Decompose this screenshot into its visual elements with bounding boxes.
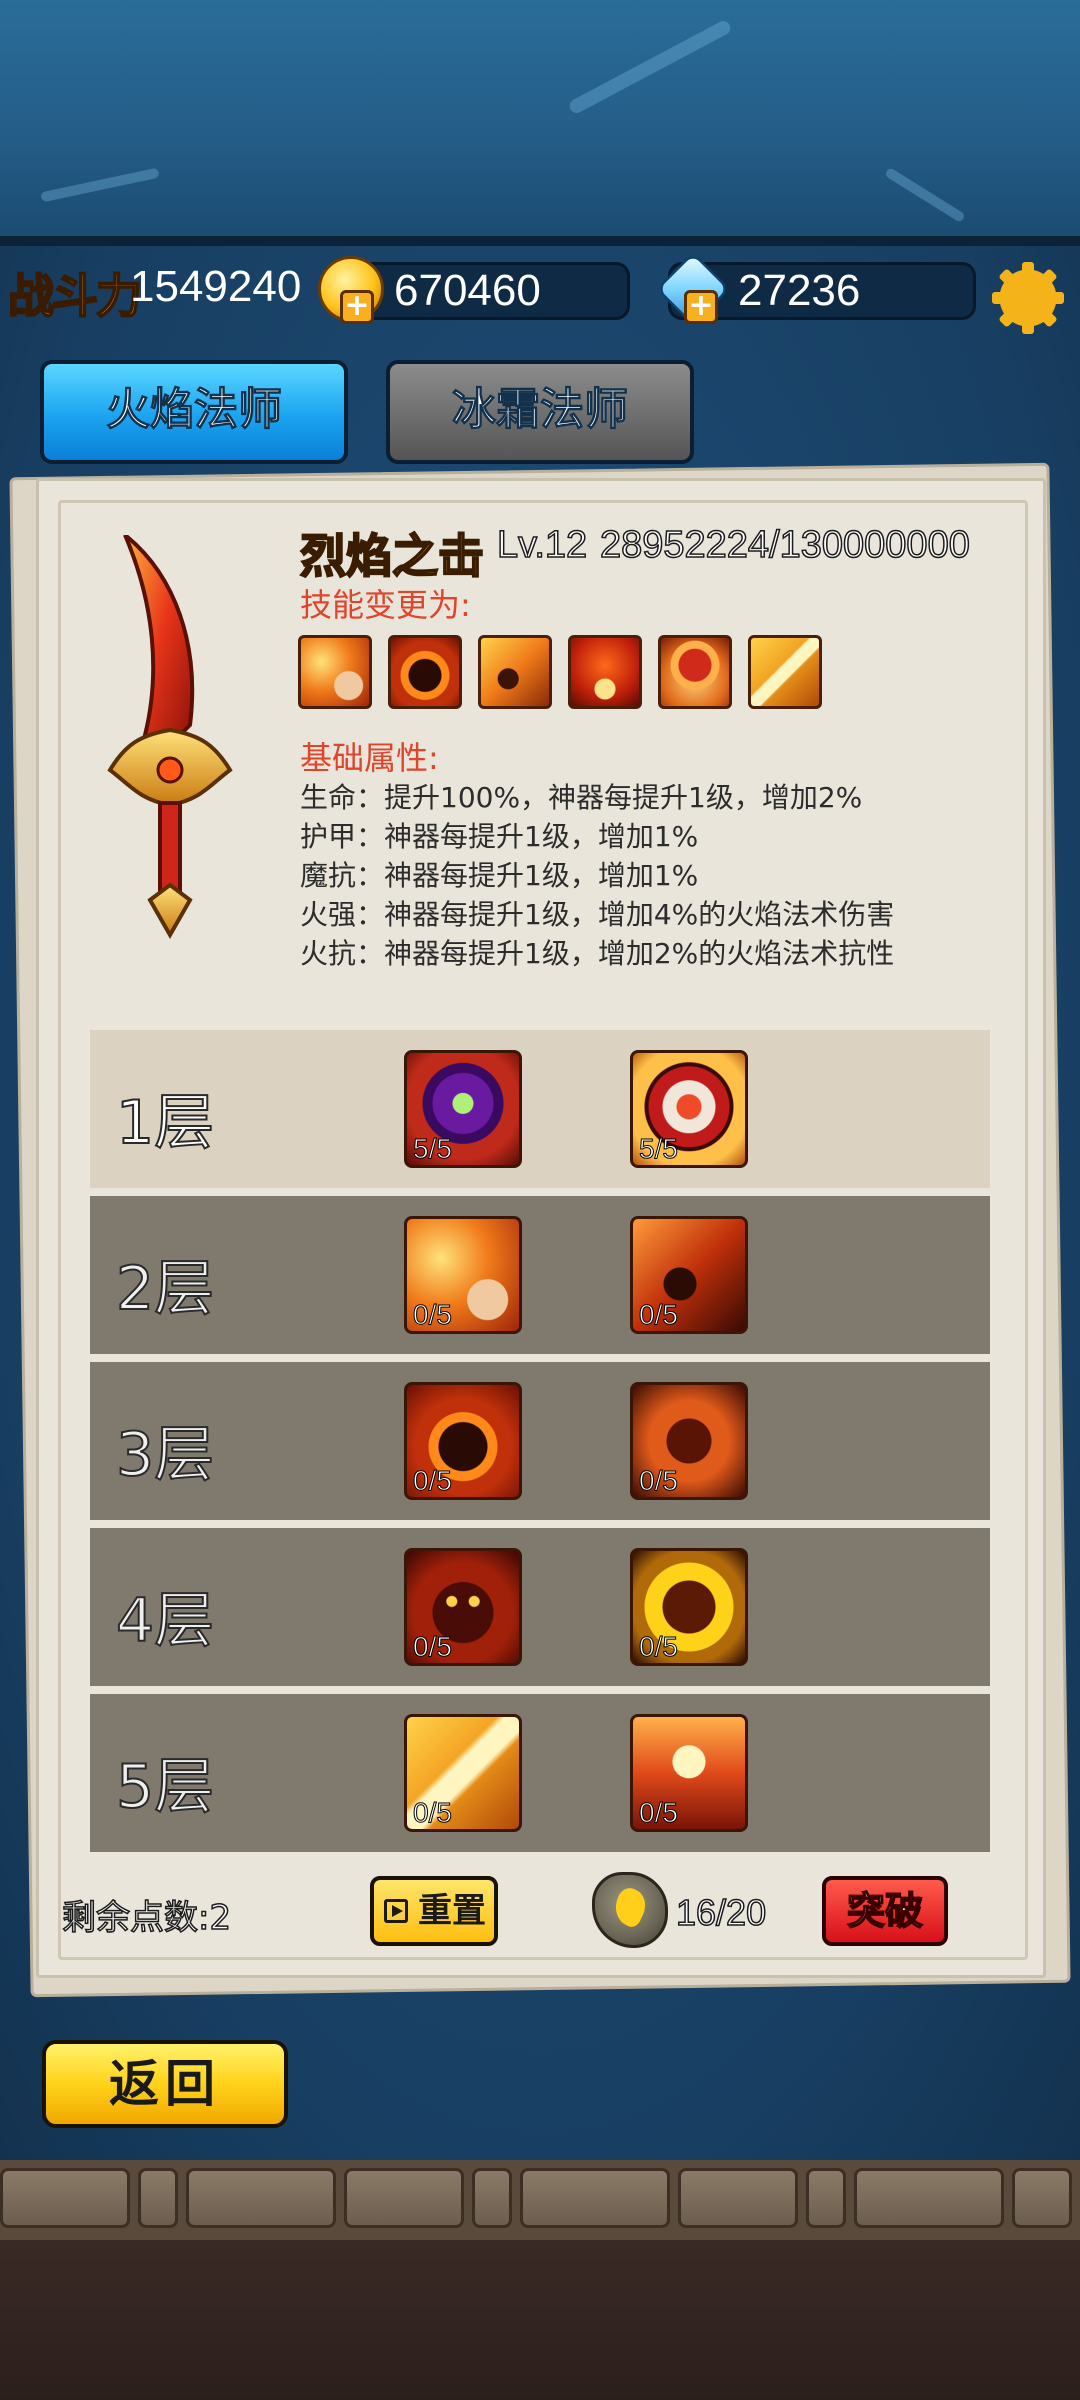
video-ad-icon (384, 1899, 408, 1923)
remaining-points: 剩余点数:2 (61, 1897, 232, 1939)
artifact-name: 烈焰之击 (299, 528, 485, 584)
tier-skill-count: 5/5 (413, 1133, 453, 1165)
purple-gem-ring-icon[interactable]: 5/5 (404, 1050, 522, 1168)
attribute-fire-resist: 火抗：神器每提升1级，增加2%的火焰法术抗性 (300, 937, 895, 970)
artifact-level: Lv.12 (496, 523, 588, 567)
tier-label: 3层 (115, 1419, 215, 1491)
tab-fire-mage[interactable]: 火焰法师 (40, 360, 348, 464)
fire-slash-icon[interactable]: 0/5 (404, 1714, 522, 1832)
tier-label: 1层 (115, 1087, 215, 1159)
tier-1-row: 1层 5/5 5/5 (90, 1030, 990, 1188)
fire-skull-icon[interactable]: 0/5 (630, 1548, 748, 1666)
tier-5-row: 5层 0/5 0/5 (90, 1694, 990, 1852)
tier-skill-count: 0/5 (639, 1797, 679, 1829)
breakthrough-button[interactable]: 突破 (822, 1876, 948, 1946)
tier-2-row: 2层 0/5 0/5 (90, 1196, 990, 1354)
combat-power-value: 1549240 (130, 262, 302, 311)
top-hud: 战斗力 1549240 + 670460 + 27236 (0, 250, 1080, 330)
fire-orb-icon[interactable] (388, 635, 462, 709)
fire-golem-icon[interactable]: 0/5 (630, 1382, 748, 1500)
tier-skill-count: 0/5 (413, 1797, 453, 1829)
fire-explosion-icon[interactable] (658, 635, 732, 709)
tab-frost-mage[interactable]: 冰霜法师 (386, 360, 694, 464)
add-gold-button[interactable]: + (340, 290, 374, 324)
attribute-fire-power: 火强：神器每提升1级，增加4%的火焰法术伤害 (300, 898, 895, 931)
skill-change-label: 技能变更为: (300, 586, 471, 624)
tier-3-row: 3层 0/5 0/5 (90, 1362, 990, 1520)
ground-background (0, 2240, 1080, 2400)
settings-gear-icon[interactable] (992, 262, 1064, 334)
attribute-list: 生命：提升100%，神器每提升1级，增加2% 护甲：神器每提升1级，增加1% 魔… (300, 778, 894, 973)
fire-slash-icon[interactable] (748, 635, 822, 709)
fire-strike-icon[interactable]: 0/5 (630, 1714, 748, 1832)
attribute-magic-resist: 魔抗：神器每提升1级，增加1% (300, 859, 699, 892)
fire-fist-icon[interactable]: 0/5 (404, 1216, 522, 1334)
tier-label: 2层 (115, 1253, 215, 1325)
fire-demon-icon[interactable]: 0/5 (404, 1548, 522, 1666)
base-attributes-label: 基础属性: (300, 739, 439, 777)
tier-skill-count: 0/5 (639, 1631, 679, 1663)
attribute-armor: 护甲：神器每提升1级，增加1% (300, 820, 699, 853)
artifact-exp: 28952224/130000000 (599, 523, 970, 567)
gold-value: 670460 (394, 266, 541, 315)
tier-skill-count: 0/5 (639, 1465, 679, 1497)
diamond-value: 27236 (738, 266, 861, 315)
fire-shield-icon[interactable]: 5/5 (630, 1050, 748, 1168)
tier-skill-count: 5/5 (639, 1133, 679, 1165)
flame-burst-icon[interactable] (568, 635, 642, 709)
fire-fist-icon[interactable] (298, 635, 372, 709)
hud-divider (0, 236, 1080, 246)
attribute-hp: 生命：提升100%，神器每提升1级，增加2% (300, 781, 863, 814)
fire-orb-icon[interactable]: 0/5 (404, 1382, 522, 1500)
reset-label: 重置 (418, 1891, 486, 1931)
tier-skill-count: 0/5 (413, 1299, 453, 1331)
flame-sword-icon (107, 535, 233, 940)
tier-skill-count: 0/5 (413, 1465, 453, 1497)
tier-skill-count: 0/5 (413, 1631, 453, 1663)
breakthrough-stone-count: 16/20 (675, 1891, 767, 1934)
changed-skill-icons (298, 635, 822, 709)
tier-skill-count: 0/5 (639, 1299, 679, 1331)
add-diamond-button[interactable]: + (684, 290, 718, 324)
sky-background (0, 0, 1080, 245)
tier-label: 5层 (115, 1751, 215, 1823)
combat-power-label: 战斗力 (7, 268, 143, 324)
stone-wall-border (0, 2160, 1080, 2240)
meteor-icon[interactable]: 0/5 (630, 1216, 748, 1334)
tier-4-row: 4层 0/5 0/5 (90, 1528, 990, 1686)
back-button[interactable]: 返回 (42, 2040, 288, 2128)
meteor-icon[interactable] (478, 635, 552, 709)
tier-label: 4层 (115, 1585, 215, 1657)
reset-button[interactable]: 重置 (370, 1876, 498, 1946)
